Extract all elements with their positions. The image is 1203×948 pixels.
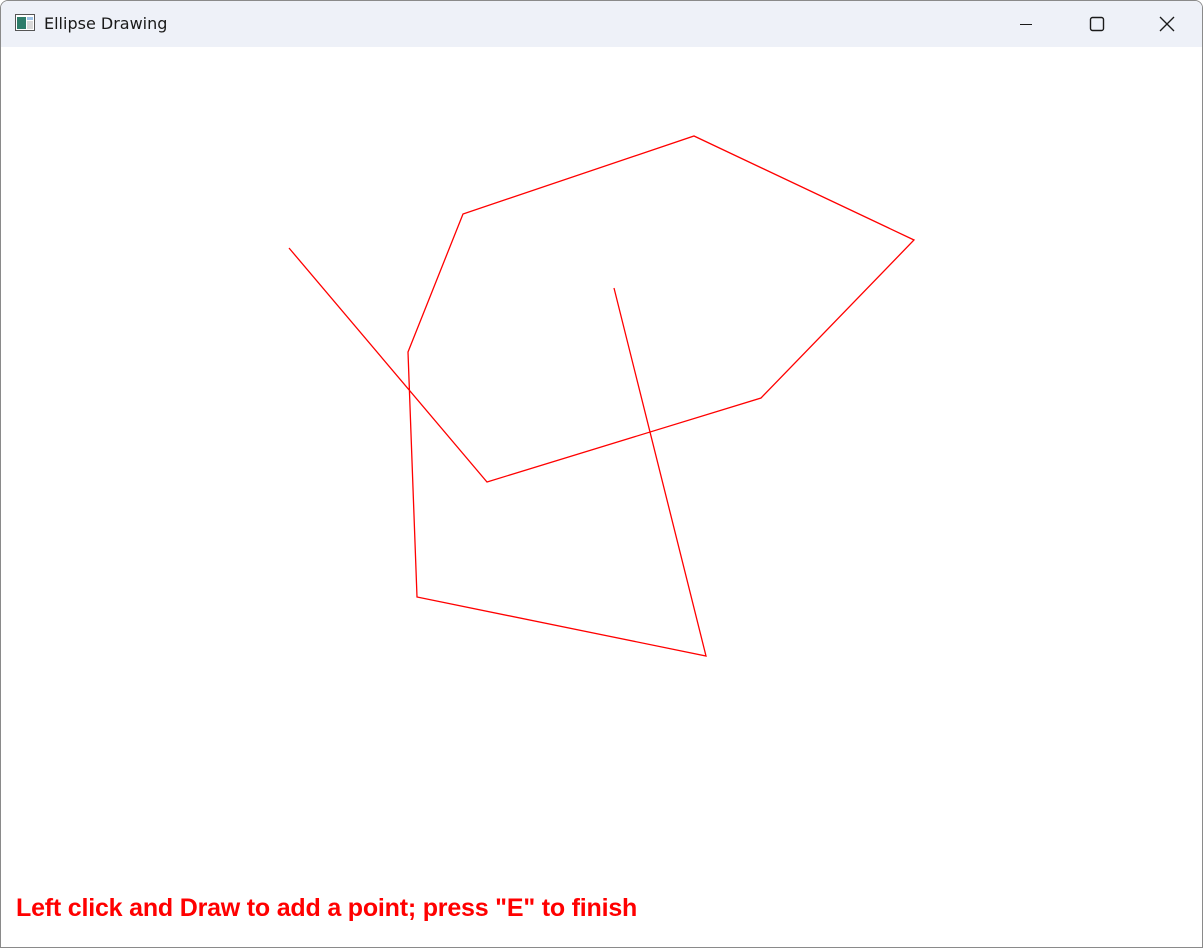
drawing-surface[interactable] xyxy=(1,47,1202,947)
close-button[interactable] xyxy=(1132,1,1202,47)
drawn-polyline xyxy=(288,135,916,657)
drawing-canvas[interactable]: Left click and Draw to add a point; pres… xyxy=(1,47,1202,947)
title-bar[interactable]: Ellipse Drawing xyxy=(1,1,1202,47)
minimize-button[interactable] xyxy=(991,1,1061,47)
window-app-icon xyxy=(15,14,35,31)
close-icon xyxy=(1159,16,1175,32)
minimize-icon xyxy=(1020,24,1032,25)
window-title: Ellipse Drawing xyxy=(44,14,168,33)
app-window: Ellipse Drawing Left click and Draw to a… xyxy=(0,0,1203,948)
maximize-button[interactable] xyxy=(1062,1,1132,47)
instruction-text: Left click and Draw to add a point; pres… xyxy=(16,894,638,922)
maximize-icon xyxy=(1089,16,1105,32)
